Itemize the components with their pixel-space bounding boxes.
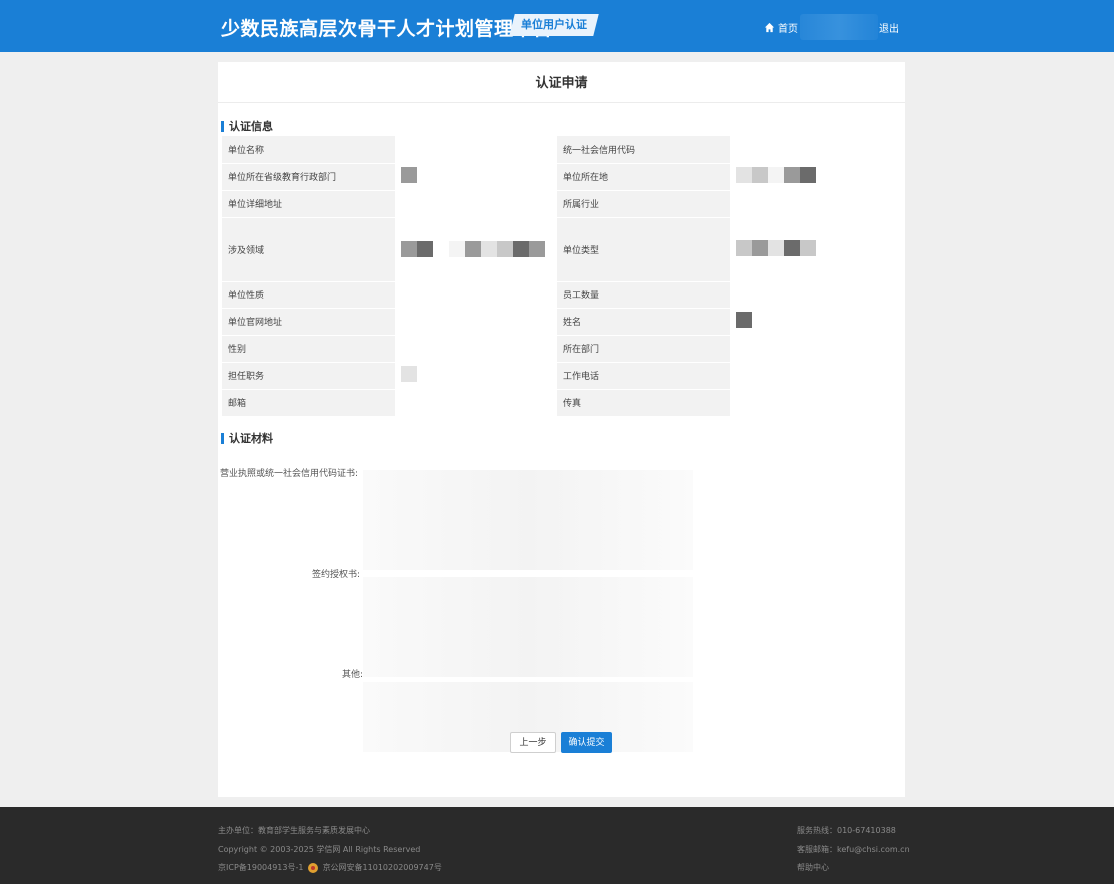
footer-registration: 京ICP备19004913号-1 京公网安备11010202009747号	[218, 862, 442, 873]
field-label: 单位详细地址	[222, 190, 396, 218]
table-row: 单位名称 统一社会信用代码	[222, 136, 892, 164]
top-header: 少数民族高层次骨干人才计划管理平台 单位用户认证 首页 退出	[0, 0, 1114, 52]
other-materials-label: 其他:	[342, 670, 364, 680]
materials-section-heading: 认证材料	[221, 430, 273, 446]
police-badge-icon	[308, 862, 319, 873]
logout-link[interactable]: 退出	[879, 20, 899, 35]
field-label: 性别	[222, 335, 396, 363]
field-value-redacted	[730, 217, 892, 282]
field-value	[395, 389, 557, 417]
field-value	[395, 335, 557, 363]
unit-auth-badge-label: 单位用户认证	[521, 18, 587, 31]
table-row: 担任职务 工作电话	[222, 362, 892, 390]
business-license-label: 营业执照或统一社会信用代码证书:	[220, 469, 359, 479]
field-label: 所属行业	[556, 190, 731, 218]
field-value-redacted	[395, 163, 557, 191]
icp-link[interactable]: 京ICP备19004913号-1	[218, 863, 303, 872]
field-label: 单位类型	[556, 217, 731, 282]
field-value	[730, 281, 892, 309]
field-label: 单位所在地	[556, 163, 731, 191]
field-value	[730, 335, 892, 363]
field-label: 单位官网地址	[222, 308, 396, 336]
footer-copyright: Copyright © 2003-2025 学信网 All Rights Res…	[218, 845, 421, 854]
field-label: 工作电话	[556, 362, 731, 390]
field-value	[395, 190, 557, 218]
field-value	[730, 362, 892, 390]
home-link-label: 首页	[778, 24, 798, 35]
info-section-heading: 认证信息	[221, 118, 273, 134]
materials-section-title: 认证材料	[229, 432, 273, 445]
table-row: 单位所在省级教育行政部门 单位所在地	[222, 163, 892, 191]
authorization-letter-label: 签约授权书:	[312, 570, 361, 580]
field-label: 涉及领域	[222, 217, 396, 282]
field-label: 传真	[556, 389, 731, 417]
field-label: 姓名	[556, 308, 731, 336]
field-value-redacted	[730, 308, 892, 336]
table-row: 单位官网地址 姓名	[222, 308, 892, 336]
table-row: 性别 所在部门	[222, 335, 892, 363]
previous-step-button[interactable]: 上一步	[510, 732, 556, 753]
field-value-redacted	[395, 362, 557, 390]
footer-help-link[interactable]: 帮助中心	[797, 862, 829, 873]
field-value	[395, 308, 557, 336]
confirm-submit-button[interactable]: 确认提交	[561, 732, 612, 753]
field-label: 单位所在省级教育行政部门	[222, 163, 396, 191]
footer-organizer: 主办单位：教育部学生服务与素质发展中心	[218, 826, 370, 835]
field-label: 统一社会信用代码	[556, 136, 731, 164]
footer: 主办单位：教育部学生服务与素质发展中心 Copyright © 2003-202…	[0, 807, 1114, 884]
field-label: 担任职务	[222, 362, 396, 390]
field-value-redacted	[395, 217, 557, 282]
section-accent-bar	[221, 432, 224, 444]
table-row: 涉及领域 单位类型	[222, 217, 892, 282]
field-value	[395, 281, 557, 309]
table-row: 邮箱 传真	[222, 389, 892, 417]
business-license-image[interactable]	[363, 470, 693, 570]
police-record-link[interactable]: 京公网安备11010202009747号	[323, 863, 442, 872]
field-value	[730, 190, 892, 218]
footer-hotline: 服务热线：010-67410388	[797, 826, 896, 835]
site-title[interactable]: 少数民族高层次骨干人才计划管理平台	[221, 14, 553, 41]
user-name-redacted	[800, 14, 878, 40]
field-value	[730, 136, 892, 164]
section-accent-bar	[221, 120, 224, 132]
info-section-title: 认证信息	[229, 120, 273, 133]
field-label: 邮箱	[222, 389, 396, 417]
application-panel: 认证申请 认证信息 单位名称 统一社会信用代码 单位所在省级教育行政部门 单位所…	[218, 62, 905, 797]
table-row: 单位详细地址 所属行业	[222, 190, 892, 218]
footer-email[interactable]: 客服邮箱：kefu@chsi.com.cn	[797, 844, 910, 855]
field-value-redacted	[730, 163, 892, 191]
authorization-letter-image[interactable]	[363, 577, 693, 677]
field-label: 所在部门	[556, 335, 731, 363]
field-value	[395, 136, 557, 164]
field-label: 员工数量	[556, 281, 731, 309]
home-link[interactable]: 首页	[764, 20, 798, 35]
field-label: 单位名称	[222, 136, 396, 164]
field-label: 单位性质	[222, 281, 396, 309]
unit-auth-badge: 单位用户认证	[509, 14, 599, 36]
page-title: 认证申请	[218, 62, 905, 103]
table-row: 单位性质 员工数量	[222, 281, 892, 309]
info-table: 单位名称 统一社会信用代码 单位所在省级教育行政部门 单位所在地 单位详细地址 …	[222, 136, 892, 417]
home-icon	[764, 22, 775, 33]
field-value	[730, 389, 892, 417]
